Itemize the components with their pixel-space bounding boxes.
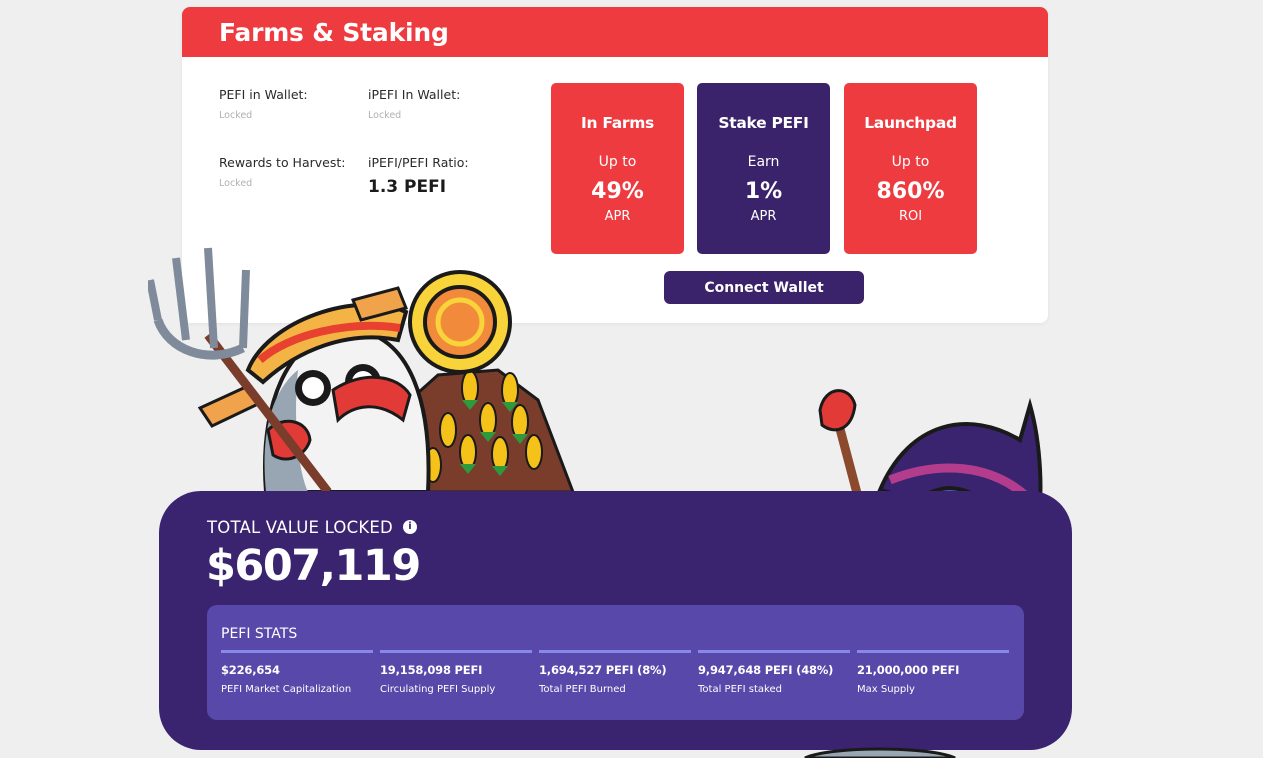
tile-title: In Farms — [581, 114, 654, 132]
rewards-to-harvest-value: Locked — [219, 178, 253, 189]
stat-total-burned: 1,694,527 PEFI (8%) Total PEFI Burned — [539, 650, 691, 695]
stat-value: 9,947,648 PEFI (48%) — [698, 663, 834, 677]
stat-divider — [380, 650, 532, 653]
tile-value: 860% — [876, 179, 945, 204]
tile-in-farms[interactable]: In Farms Up to 49% APR — [551, 83, 684, 254]
tile-value: 1% — [744, 179, 783, 204]
stat-value: 21,000,000 PEFI — [857, 663, 960, 677]
tile-subtitle: Up to — [891, 154, 930, 170]
tile-title: Stake PEFI — [718, 114, 809, 132]
coin-icon — [408, 270, 512, 374]
stat-divider — [539, 650, 691, 653]
tile-value: 49% — [591, 179, 644, 204]
pefi-stats-title: PEFI STATS — [221, 626, 298, 642]
stat-divider — [221, 650, 373, 653]
stat-divider — [698, 650, 850, 653]
stat-value: 1,694,527 PEFI (8%) — [539, 663, 667, 677]
ipefi-pefi-ratio-value: 1.3 PEFI — [368, 177, 447, 197]
tile-unit: ROI — [898, 209, 923, 224]
stat-max-supply: 21,000,000 PEFI Max Supply — [857, 650, 1009, 695]
tile-title: Launchpad — [864, 114, 957, 132]
bottom-illustration-peek — [804, 747, 956, 758]
stat-total-staked: 9,947,648 PEFI (48%) Total PEFI staked — [698, 650, 850, 695]
pefi-stats-box: PEFI STATS $226,654 PEFI Market Capitali… — [207, 605, 1024, 720]
tile-subtitle: Up to — [598, 154, 637, 170]
ipefi-in-wallet-label: iPEFI In Wallet: — [368, 87, 461, 102]
connect-wallet-button[interactable]: Connect Wallet — [664, 271, 864, 304]
stat-label: Total PEFI staked — [698, 684, 782, 695]
stat-label: Circulating PEFI Supply — [380, 684, 496, 695]
tile-subtitle: Earn — [747, 154, 780, 170]
stat-circulating-supply: 19,158,098 PEFI Circulating PEFI Supply — [380, 650, 532, 695]
tile-unit: APR — [604, 209, 631, 224]
ipefi-pefi-ratio-label: iPEFI/PEFI Ratio: — [368, 155, 469, 170]
pefi-in-wallet-value: Locked — [219, 110, 253, 121]
pefi-in-wallet-label: PEFI in Wallet: — [219, 87, 308, 102]
stat-market-cap: $226,654 PEFI Market Capitalization — [221, 650, 373, 695]
stat-value: 19,158,098 PEFI — [380, 663, 483, 677]
rewards-to-harvest-label: Rewards to Harvest: — [219, 155, 346, 170]
tile-unit: APR — [750, 209, 777, 224]
total-value-locked-panel: TOTAL VALUE LOCKED i $607,119 PEFI STATS… — [159, 491, 1072, 750]
info-icon[interactable]: i — [403, 520, 417, 534]
stat-label: PEFI Market Capitalization — [221, 684, 352, 695]
stat-label: Total PEFI Burned — [539, 684, 626, 695]
stat-label: Max Supply — [857, 684, 915, 695]
tvl-label: TOTAL VALUE LOCKED — [207, 518, 393, 537]
card-title: Farms & Staking — [182, 7, 1048, 57]
farmer-penguin-illustration — [148, 247, 575, 492]
stat-value: $226,654 — [221, 663, 280, 677]
tile-stake-pefi[interactable]: Stake PEFI Earn 1% APR — [697, 83, 830, 254]
tvl-value: $607,119 — [206, 541, 421, 591]
ipefi-in-wallet-value: Locked — [368, 110, 402, 121]
stat-divider — [857, 650, 1009, 653]
tile-launchpad[interactable]: Launchpad Up to 860% ROI — [844, 83, 977, 254]
